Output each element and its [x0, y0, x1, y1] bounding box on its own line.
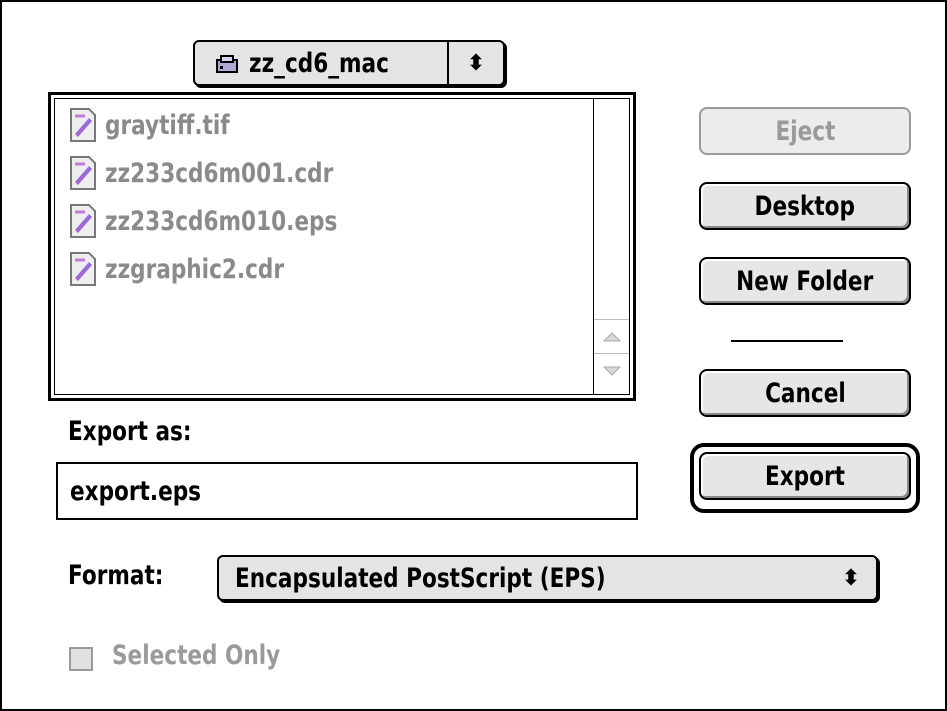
format-label: Format:	[68, 560, 187, 591]
document-icon	[70, 156, 96, 190]
cancel-button[interactable]: Cancel	[699, 369, 911, 417]
eject-button-label: Eject	[775, 115, 835, 147]
document-icon	[70, 204, 96, 238]
document-icon	[70, 108, 96, 142]
button-separator	[731, 340, 843, 342]
export-as-label-text: Export as:	[68, 416, 192, 447]
scroll-up-arrow[interactable]	[594, 319, 629, 353]
desktop-button[interactable]: Desktop	[699, 182, 911, 230]
file-list-frame: graytiff.tif zz233cd6m001.cdr zz233cd6m0…	[48, 92, 636, 401]
popup-arrows-icon: ⬍	[447, 42, 503, 84]
scroll-down-arrow[interactable]	[594, 353, 629, 387]
file-name: zz233cd6m001.cdr	[105, 157, 334, 189]
new-folder-button-label: New Folder	[736, 265, 874, 297]
scroll-up-icon	[602, 331, 621, 341]
document-icon	[70, 252, 96, 286]
file-name: zzgraphic2.cdr	[105, 253, 285, 285]
export-name-field[interactable]: export.eps	[56, 462, 638, 520]
popup-arrows-icon: ⬍	[841, 565, 861, 591]
format-value: Encapsulated PostScript (EPS)	[235, 562, 606, 594]
volume-popup[interactable]: zz_cd6_mac ⬍	[193, 40, 505, 86]
eject-button[interactable]: Eject	[699, 107, 911, 155]
selected-only-checkbox[interactable]	[69, 647, 93, 671]
desktop-button-label: Desktop	[754, 190, 856, 222]
scrollbar[interactable]	[593, 99, 629, 394]
file-list[interactable]: graytiff.tif zz233cd6m001.cdr zz233cd6m0…	[54, 98, 630, 395]
file-item[interactable]: graytiff.tif	[69, 105, 261, 145]
volume-label: zz_cd6_mac	[249, 47, 389, 79]
file-name: zz233cd6m010.eps	[105, 205, 338, 237]
export-button-label: Export	[765, 460, 845, 492]
export-as-label: Export as:	[68, 416, 222, 447]
format-label-text: Format:	[68, 560, 164, 591]
file-item[interactable]: zzgraphic2.cdr	[69, 249, 329, 289]
file-name: graytiff.tif	[105, 109, 230, 141]
format-popup[interactable]: Encapsulated PostScript (EPS) ⬍	[217, 555, 878, 601]
new-folder-button[interactable]: New Folder	[699, 257, 911, 305]
export-name-value: export.eps	[70, 475, 202, 507]
selected-only-label-text: Selected Only	[112, 640, 281, 671]
export-button[interactable]: Export	[699, 452, 911, 500]
file-item[interactable]: zz233cd6m001.cdr	[69, 153, 390, 193]
disk-icon	[215, 52, 239, 74]
export-dialog: zz_cd6_mac ⬍ graytiff.tif zz233cd6m001.c…	[0, 0, 947, 711]
file-item[interactable]: zz233cd6m010.eps	[69, 201, 395, 241]
cancel-button-label: Cancel	[764, 377, 846, 409]
scroll-down-icon	[602, 366, 621, 376]
selected-only-label: Selected Only	[112, 640, 322, 671]
